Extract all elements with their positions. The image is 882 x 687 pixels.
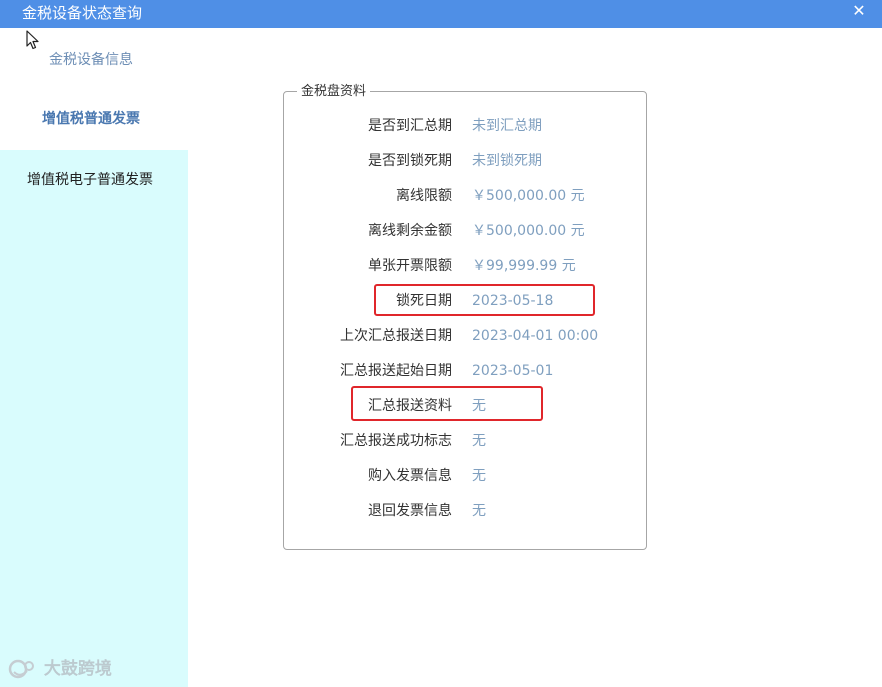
- sidebar: 金税设备信息 增值税普通发票 增值税电子普通发票: [0, 28, 188, 687]
- highlight-box-lock-date: [374, 284, 595, 316]
- close-icon[interactable]: [850, 2, 868, 20]
- sidebar-item-label: 增值税普通发票: [42, 111, 140, 127]
- highlight-box-summary-data: [351, 386, 543, 421]
- sidebar-item-label: 金税设备信息: [49, 52, 133, 68]
- info-row: 购入发票信息 无: [283, 465, 647, 487]
- info-value: 未到锁死期: [472, 153, 542, 169]
- info-value: 2023-04-01 00:00: [472, 328, 599, 344]
- sidebar-item-device-info[interactable]: 金税设备信息: [0, 50, 188, 70]
- info-row: 退回发票信息 无: [283, 500, 647, 522]
- info-label: 是否到锁死期: [368, 153, 452, 169]
- info-label: 离线限额: [396, 188, 452, 204]
- info-label: 上次汇总报送日期: [340, 328, 452, 344]
- info-label: 单张开票限额: [368, 258, 452, 274]
- info-row: 是否到汇总期 未到汇总期: [283, 115, 647, 137]
- info-row: 离线剩余金额 ￥500,000.00 元: [283, 220, 647, 242]
- window-title: 金税设备状态查询: [22, 4, 143, 22]
- info-label: 购入发票信息: [368, 468, 452, 484]
- info-value: 未到汇总期: [472, 118, 542, 134]
- info-label: 离线剩余金额: [368, 223, 452, 239]
- info-row: 上次汇总报送日期 2023-04-01 00:00: [283, 325, 647, 347]
- sidebar-item-vat-normal-invoice[interactable]: 增值税普通发票: [0, 109, 188, 129]
- info-label: 汇总报送起始日期: [340, 363, 452, 379]
- info-label: 是否到汇总期: [368, 118, 452, 134]
- info-row: 单张开票限额 ￥99,999.99 元: [283, 255, 647, 277]
- info-value: 无: [472, 433, 486, 449]
- watermark-logo-icon: [8, 659, 34, 679]
- info-value: ￥500,000.00 元: [472, 223, 585, 239]
- info-row: 汇总报送起始日期 2023-05-01: [283, 360, 647, 382]
- watermark: 大鼓跨境: [8, 656, 112, 682]
- info-value: ￥99,999.99 元: [472, 258, 576, 274]
- panel-legend: 金税盘资料: [297, 83, 371, 101]
- info-row: 是否到锁死期 未到锁死期: [283, 150, 647, 172]
- title-bar: 金税设备状态查询: [0, 0, 882, 28]
- mouse-cursor-icon: [26, 30, 39, 50]
- info-value: 2023-05-01: [472, 363, 554, 379]
- info-row: 汇总报送成功标志 无: [283, 430, 647, 452]
- info-row: 离线限额 ￥500,000.00 元: [283, 185, 647, 207]
- sidebar-item-vat-electronic-invoice[interactable]: 增值税电子普通发票: [0, 150, 188, 687]
- watermark-text: 大鼓跨境: [43, 659, 112, 679]
- info-value: 无: [472, 503, 486, 519]
- sidebar-item-label: 增值税电子普通发票: [27, 172, 153, 188]
- info-value: ￥500,000.00 元: [472, 188, 585, 204]
- info-value: 无: [472, 468, 486, 484]
- info-label: 汇总报送成功标志: [340, 433, 452, 449]
- info-label: 退回发票信息: [368, 503, 452, 519]
